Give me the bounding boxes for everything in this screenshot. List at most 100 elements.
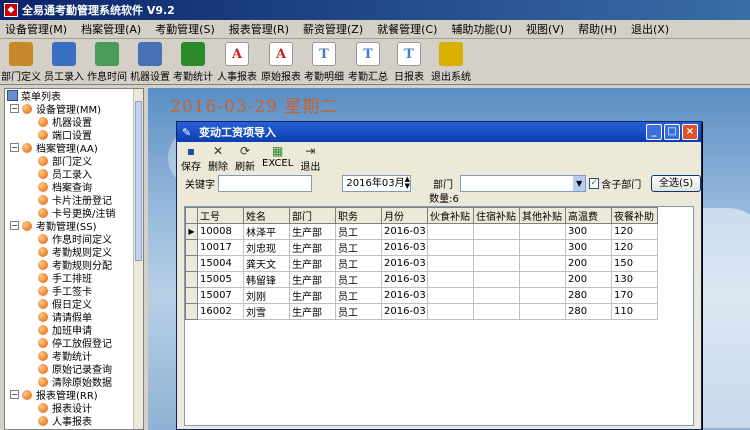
table-cell[interactable]: 生产部: [289, 239, 336, 256]
table-cell[interactable]: [427, 255, 474, 272]
table-cell[interactable]: 刘雪: [243, 303, 290, 320]
toolbar-button[interactable]: 机器设置: [128, 39, 172, 83]
table-cell[interactable]: 生产部: [289, 271, 336, 288]
table-cell[interactable]: 员工: [335, 239, 382, 256]
table-cell[interactable]: 15004: [197, 255, 244, 272]
menu-item[interactable]: 视图(V): [521, 21, 573, 37]
column-header[interactable]: 工号: [197, 207, 244, 224]
table-cell[interactable]: 2016-03: [381, 303, 428, 320]
table-cell[interactable]: [519, 271, 566, 288]
table-cell[interactable]: 200: [565, 271, 612, 288]
table-cell[interactable]: 120: [611, 239, 658, 256]
table-cell[interactable]: 员工: [335, 223, 382, 240]
dept-select[interactable]: ▼: [459, 174, 587, 192]
dialog-toolbar-button[interactable]: ⇥ 退出: [300, 145, 320, 174]
toolbar-button[interactable]: A 原始报表: [260, 39, 302, 83]
table-cell[interactable]: 130: [611, 271, 658, 288]
table-cell[interactable]: 韩留锋: [243, 271, 290, 288]
month-picker[interactable]: 2016年03月 ▲ ▼: [342, 174, 411, 192]
column-header[interactable]: 月份: [381, 207, 428, 224]
table-cell[interactable]: 林泽平: [243, 223, 290, 240]
menu-item[interactable]: 考勤管理(S): [150, 21, 224, 37]
menu-item[interactable]: 就餐管理(C): [372, 21, 446, 37]
column-header[interactable]: 姓名: [243, 207, 290, 224]
keyword-input[interactable]: [218, 174, 313, 192]
table-cell[interactable]: [427, 271, 474, 288]
table-cell[interactable]: 生产部: [289, 223, 336, 240]
table-cell[interactable]: 2016-03: [381, 255, 428, 272]
table-cell[interactable]: [427, 287, 474, 304]
table-row[interactable]: 10017 刘忠现 生产部 员工 2016-03 300 120: [185, 239, 658, 256]
table-cell[interactable]: 110: [611, 303, 658, 320]
table-cell[interactable]: 280: [565, 287, 612, 304]
table-cell[interactable]: [519, 303, 566, 320]
collapse-icon[interactable]: −: [10, 390, 19, 399]
dialog-toolbar-button[interactable]: ▦ EXCEL: [262, 145, 293, 170]
toolbar-button[interactable]: 作息时间: [86, 39, 128, 83]
table-row[interactable]: ▶ 10008 林泽平 生产部 员工 2016-03 300 120: [185, 223, 658, 240]
table-cell[interactable]: 120: [611, 223, 658, 240]
table-cell[interactable]: [427, 303, 474, 320]
table-cell[interactable]: 2016-03: [381, 239, 428, 256]
table-cell[interactable]: 16002: [197, 303, 244, 320]
menu-item[interactable]: 退出(X): [626, 21, 678, 37]
table-cell[interactable]: [427, 223, 474, 240]
column-header[interactable]: 部门: [289, 207, 336, 224]
table-cell[interactable]: 生产部: [289, 255, 336, 272]
table-cell[interactable]: 10017: [197, 239, 244, 256]
table-cell[interactable]: [519, 255, 566, 272]
spin-icon[interactable]: ▲ ▼: [405, 175, 410, 191]
close-button[interactable]: ×: [682, 124, 698, 140]
table-cell[interactable]: 生产部: [289, 303, 336, 320]
tree-scrollbar-thumb[interactable]: [135, 101, 142, 261]
dialog-titlebar[interactable]: ✎ 变动工资项导入 _ □ ×: [177, 122, 701, 142]
column-header[interactable]: 夜餐补助: [611, 207, 658, 224]
table-cell[interactable]: [473, 287, 520, 304]
menu-item[interactable]: 报表管理(R): [224, 21, 298, 37]
table-cell[interactable]: [427, 239, 474, 256]
column-header[interactable]: 住宿补贴: [473, 207, 520, 224]
table-cell[interactable]: 15005: [197, 271, 244, 288]
table-cell[interactable]: [519, 287, 566, 304]
table-cell[interactable]: 15007: [197, 287, 244, 304]
minimize-button[interactable]: _: [646, 124, 662, 140]
table-cell[interactable]: [473, 223, 520, 240]
window-titlebar[interactable]: ◆ 全易通考勤管理系统软件 V9.2: [0, 0, 750, 20]
table-cell[interactable]: 员工: [335, 255, 382, 272]
table-cell[interactable]: [519, 239, 566, 256]
table-cell[interactable]: 2016-03: [381, 223, 428, 240]
collapse-icon[interactable]: −: [10, 104, 19, 113]
tree-scrollbar[interactable]: [133, 89, 143, 429]
table-cell[interactable]: [519, 223, 566, 240]
table-cell[interactable]: 150: [611, 255, 658, 272]
table-cell[interactable]: [473, 255, 520, 272]
table-cell[interactable]: 刘忠现: [243, 239, 290, 256]
select-all-button[interactable]: 全选(S): [651, 174, 701, 192]
dialog-toolbar-button[interactable]: ⟳ 刷新: [235, 145, 255, 174]
table-cell[interactable]: 2016-03: [381, 271, 428, 288]
toolbar-button[interactable]: 考勤统计: [172, 39, 214, 83]
toolbar-button[interactable]: 退出系统: [428, 39, 474, 83]
menu-item[interactable]: 设备管理(M): [0, 21, 76, 37]
table-cell[interactable]: 龚天文: [243, 255, 290, 272]
table-cell[interactable]: 300: [565, 239, 612, 256]
table-cell[interactable]: 员工: [335, 287, 382, 304]
table-row[interactable]: 15007 刘刚 生产部 员工 2016-03 280 170: [185, 287, 658, 304]
dialog-toolbar-button[interactable]: ▪ 保存: [181, 145, 201, 174]
tree-item[interactable]: 人事报表: [5, 414, 143, 428]
column-header[interactable]: 其他补贴: [519, 207, 566, 224]
table-cell[interactable]: 刘刚: [243, 287, 290, 304]
toolbar-button[interactable]: 部门定义: [0, 39, 42, 83]
column-header[interactable]: 职务: [335, 207, 382, 224]
toolbar-button[interactable]: T 日报表: [390, 39, 428, 83]
toolbar-button[interactable]: 员工录入: [42, 39, 86, 83]
dialog-toolbar-button[interactable]: ✕ 删除: [208, 145, 228, 174]
toolbar-button[interactable]: A 人事报表: [214, 39, 260, 83]
table-cell[interactable]: 280: [565, 303, 612, 320]
menu-item[interactable]: 帮助(H): [573, 21, 626, 37]
table-row[interactable]: 15004 龚天文 生产部 员工 2016-03 200 150: [185, 255, 658, 272]
table-cell[interactable]: 170: [611, 287, 658, 304]
menu-item[interactable]: 薪资管理(Z): [298, 21, 372, 37]
table-cell[interactable]: 员工: [335, 303, 382, 320]
table-cell[interactable]: 员工: [335, 271, 382, 288]
